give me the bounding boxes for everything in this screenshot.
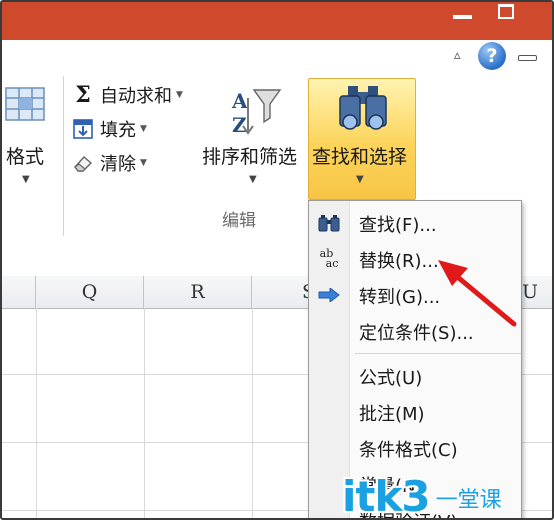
menu-item-label: 条件格式(C) — [359, 440, 458, 461]
watermark-main-text: itk3 — [342, 471, 431, 520]
find-select-label[interactable]: 查找和选择 — [312, 142, 407, 169]
chevron-down-icon[interactable]: ▼ — [22, 174, 30, 185]
chevron-down-icon[interactable]: ▼ — [140, 158, 147, 168]
ribbon-tab-row — [2, 40, 552, 76]
chevron-down-icon[interactable]: ▼ — [356, 174, 364, 185]
column-header[interactable]: Q — [36, 276, 144, 308]
autosum-button[interactable]: Σ 自动求和 ▼ — [72, 80, 183, 110]
menu-item-goto[interactable]: 转到(G)... — [309, 278, 521, 312]
fill-button[interactable]: 填充 ▼ — [72, 114, 147, 144]
eraser-icon — [72, 152, 94, 174]
menu-separator — [355, 353, 521, 354]
title-bar — [2, 2, 552, 40]
restore-icon[interactable] — [498, 4, 514, 19]
menu-item-comments[interactable]: 批注(M) — [309, 395, 521, 429]
column-header[interactable]: R — [144, 276, 252, 308]
autosum-label: 自动求和 — [100, 86, 172, 107]
sigma-icon: Σ — [75, 82, 91, 108]
minimize-icon[interactable] — [453, 15, 472, 19]
clear-button[interactable]: 清除 ▼ — [72, 148, 147, 178]
menu-item-label: 批注(M) — [359, 404, 425, 425]
sort-filter-label[interactable]: 排序和筛选 — [202, 142, 297, 169]
menu-item-find[interactable]: 查找(F)... — [309, 206, 521, 240]
chevron-down-icon[interactable]: ▼ — [249, 174, 257, 185]
help-icon[interactable]: ? — [478, 42, 506, 70]
grid-line — [36, 308, 37, 518]
window-minimize-icon[interactable] — [518, 55, 537, 61]
menu-item-formulas[interactable]: 公式(U) — [309, 359, 521, 393]
replace-abac-icon: ab ac — [317, 248, 341, 270]
excel-window: ▵ ? 格式 ▼ Σ 自动求和 ▼ 填充 ▼ 清除 ▼ A Z 排序和筛选 ▼ … — [0, 0, 554, 520]
chevron-down-icon[interactable]: ▼ — [176, 90, 183, 100]
menu-item-goto-special[interactable]: 定位条件(S)... — [309, 314, 521, 348]
group-divider — [63, 76, 64, 236]
watermark-sub-text: 一堂课 — [435, 488, 502, 513]
binoculars-icon — [339, 86, 387, 130]
watermark-logo: itk3 一堂课 — [342, 470, 502, 520]
menu-item-label: 查找(F)... — [359, 215, 437, 236]
fill-label: 填充 — [100, 120, 136, 141]
format-icon[interactable] — [2, 86, 48, 122]
menu-item-replace[interactable]: ab ac 替换(R)... — [309, 242, 521, 276]
menu-item-label: 公式(U) — [359, 368, 423, 389]
grid-line — [252, 308, 253, 518]
format-button-label[interactable]: 格式 — [6, 142, 44, 169]
svg-text:Z: Z — [232, 113, 247, 137]
column-header-partial[interactable] — [2, 276, 36, 308]
menu-item-label: 定位条件(S)... — [359, 323, 474, 344]
menu-item-label: 替换(R)... — [359, 251, 439, 272]
binoculars-icon — [317, 212, 341, 234]
ribbon-collapse-icon[interactable]: ▵ — [454, 48, 461, 63]
fill-down-icon — [72, 118, 94, 140]
svg-text:A: A — [231, 89, 248, 113]
arrow-right-icon — [317, 284, 341, 306]
replace-icon-bottom-text: ac — [325, 257, 339, 270]
chevron-down-icon[interactable]: ▼ — [140, 124, 147, 134]
menu-item-conditional-formatting[interactable]: 条件格式(C) — [309, 431, 521, 465]
clear-label: 清除 — [100, 154, 136, 175]
editing-group-label: 编辑 — [222, 211, 256, 231]
menu-item-label: 转到(G)... — [359, 287, 441, 308]
grid-line — [144, 308, 145, 518]
